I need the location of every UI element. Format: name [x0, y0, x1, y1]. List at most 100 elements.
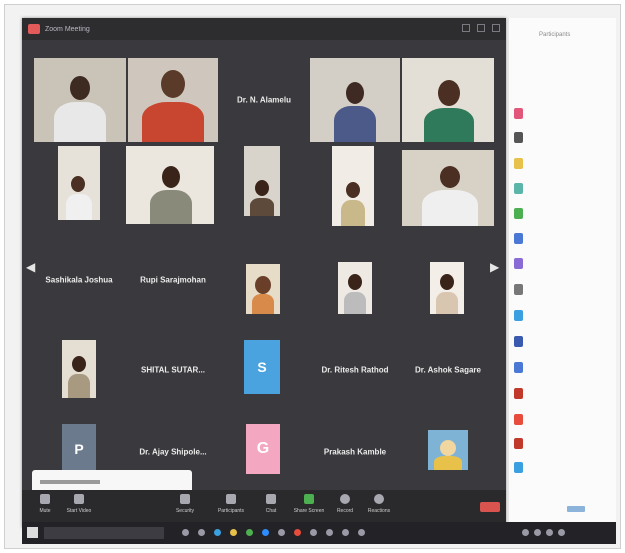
- participant-tile[interactable]: [62, 340, 96, 398]
- smiley-icon: [374, 494, 384, 504]
- participant-video: [255, 276, 271, 294]
- share-screen-button[interactable]: Share Screen: [292, 494, 326, 514]
- participant-tile[interactable]: [338, 262, 372, 314]
- participants-button[interactable]: Participants: [214, 494, 248, 514]
- app-icon[interactable]: [514, 438, 523, 449]
- taskbar-app-icon[interactable]: [310, 529, 317, 536]
- participant-video: [71, 176, 85, 192]
- end-meeting-button[interactable]: [480, 502, 500, 512]
- app-icon[interactable]: [514, 336, 523, 347]
- system-tray-icon[interactable]: [522, 529, 529, 536]
- participant-tile[interactable]: Rupi Sarajmohan: [128, 240, 218, 320]
- participant-name: Rupi Sarajmohan: [140, 275, 206, 285]
- taskbar-app-icon[interactable]: [246, 529, 253, 536]
- app-icon[interactable]: [514, 258, 523, 269]
- participant-name: SHITAL SUTAR...: [141, 365, 205, 375]
- windows-start-icon[interactable]: [27, 527, 38, 538]
- chat-button[interactable]: Chat: [254, 494, 288, 514]
- participant-tile[interactable]: [402, 150, 494, 226]
- share-screen-icon: [304, 494, 314, 504]
- participant-tile[interactable]: Prakash Kamble: [310, 414, 400, 490]
- previous-page-arrow-icon[interactable]: ◀: [26, 260, 35, 274]
- participant-name: Dr. Ajay Shipole...: [139, 447, 207, 457]
- participant-name: Dr. Ashok Sagare: [415, 365, 481, 375]
- taskbar-app-icon[interactable]: [182, 529, 189, 536]
- system-tray-icon[interactable]: [534, 529, 541, 536]
- system-tray-icon[interactable]: [558, 529, 565, 536]
- participant-tile[interactable]: [428, 430, 468, 470]
- participant-tile[interactable]: [430, 262, 464, 314]
- taskbar-app-icon[interactable]: [326, 529, 333, 536]
- app-icon[interactable]: [514, 462, 523, 473]
- shield-icon: [180, 494, 190, 504]
- taskbar-app-icon[interactable]: [294, 529, 301, 536]
- maximize-icon[interactable]: [477, 24, 485, 32]
- taskbar-app-icon[interactable]: [214, 529, 221, 536]
- taskbar-app-icon[interactable]: [230, 529, 237, 536]
- participant-tile[interactable]: G: [246, 424, 280, 474]
- minimize-icon[interactable]: [462, 24, 470, 32]
- microphone-icon: [40, 494, 50, 504]
- app-icon[interactable]: [514, 208, 523, 219]
- taskbar-app-icon[interactable]: [278, 529, 285, 536]
- start-video-button[interactable]: Start Video: [62, 494, 96, 514]
- participant-avatar: P: [62, 424, 96, 474]
- close-icon[interactable]: [492, 24, 500, 32]
- video-camera-icon: [74, 494, 84, 504]
- app-icon[interactable]: [514, 233, 523, 244]
- participant-video: [440, 166, 460, 188]
- app-icon[interactable]: [514, 310, 523, 321]
- participant-tile[interactable]: Dr. Ashok Sagare: [402, 330, 494, 410]
- participants-panel: Participants: [508, 18, 616, 528]
- panel-action-button[interactable]: [567, 506, 585, 512]
- participant-tile[interactable]: [402, 58, 494, 142]
- app-icon[interactable]: [514, 388, 523, 399]
- participant-video: [255, 180, 269, 196]
- participant-tile[interactable]: [310, 58, 400, 142]
- participant-tile[interactable]: [128, 58, 218, 142]
- participant-tile[interactable]: P: [62, 424, 96, 474]
- participant-tile[interactable]: [332, 146, 374, 226]
- gallery-grid: Dr. N. Alamelu Sashikala Joshua Rupi Sar…: [22, 40, 506, 490]
- participant-name: Dr. Ritesh Rathod: [321, 365, 389, 375]
- taskbar-app-icon[interactable]: [358, 529, 365, 536]
- participant-tile[interactable]: [244, 146, 280, 216]
- chat-message: [40, 480, 100, 484]
- participant-tile[interactable]: [126, 146, 214, 224]
- taskbar-app-icon[interactable]: [262, 529, 269, 536]
- chat-icon: [266, 494, 276, 504]
- title-bar[interactable]: Zoom Meeting: [22, 18, 506, 40]
- participant-video: [346, 182, 360, 198]
- next-page-arrow-icon[interactable]: ▶: [490, 260, 499, 274]
- app-icon[interactable]: [514, 414, 523, 425]
- participant-tile[interactable]: SHITAL SUTAR...: [128, 330, 218, 410]
- taskbar-search-input[interactable]: [44, 527, 164, 539]
- app-icon[interactable]: [514, 284, 523, 295]
- app-icon[interactable]: [514, 158, 523, 169]
- participant-tile[interactable]: Dr. N. Alamelu: [220, 58, 308, 142]
- participant-tile[interactable]: [58, 146, 100, 220]
- participant-tile[interactable]: S: [244, 340, 280, 394]
- app-icon[interactable]: [514, 108, 523, 119]
- taskbar-app-icon[interactable]: [342, 529, 349, 536]
- app-icon[interactable]: [514, 362, 523, 373]
- participant-video: [440, 440, 456, 456]
- participant-name: Sashikala Joshua: [45, 275, 113, 285]
- participant-tile[interactable]: Sashikala Joshua: [34, 240, 124, 320]
- participant-video: [348, 274, 362, 290]
- record-button[interactable]: Record: [328, 494, 362, 514]
- participant-video: [72, 356, 86, 372]
- app-icon[interactable]: [514, 183, 523, 194]
- zoom-logo-icon: [28, 24, 40, 34]
- security-button[interactable]: Security: [168, 494, 202, 514]
- participant-video: [440, 274, 454, 290]
- participant-tile[interactable]: Dr. Ritesh Rathod: [310, 330, 400, 410]
- mute-button[interactable]: Mute: [28, 494, 62, 514]
- app-icon[interactable]: [514, 132, 523, 143]
- participant-tile[interactable]: [246, 264, 280, 314]
- system-tray-icon[interactable]: [546, 529, 553, 536]
- participant-tile[interactable]: [34, 58, 126, 142]
- reactions-button[interactable]: Reactions: [362, 494, 396, 514]
- participant-avatar: S: [244, 340, 280, 394]
- taskbar-app-icon[interactable]: [198, 529, 205, 536]
